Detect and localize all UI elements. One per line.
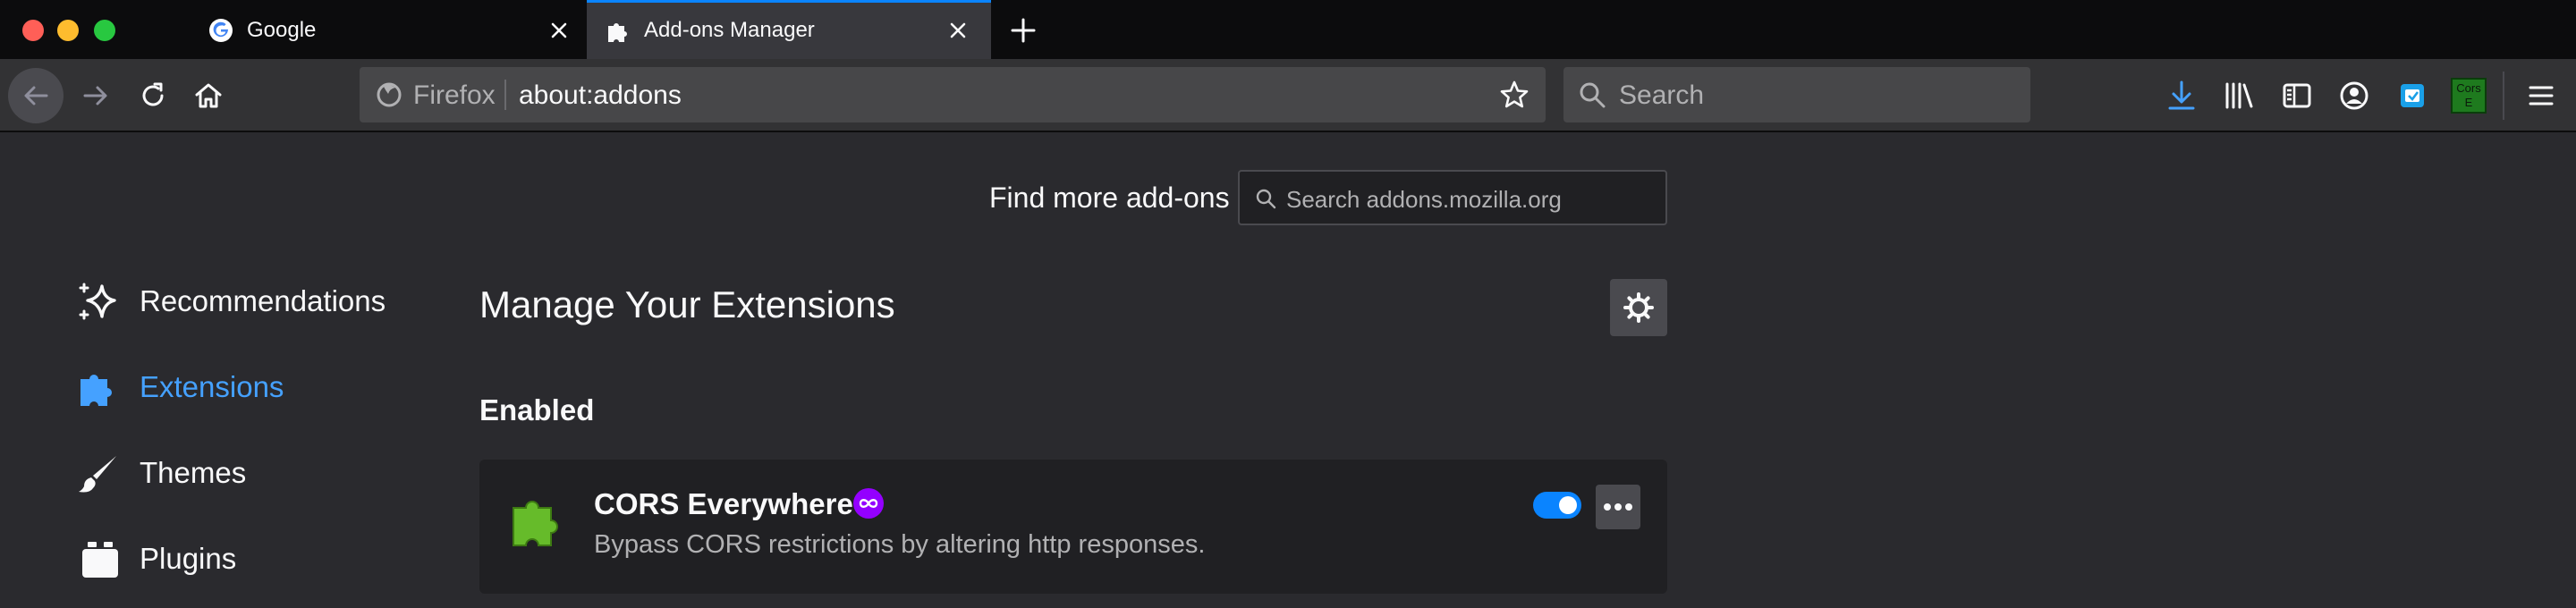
url-divider (504, 80, 506, 110)
amo-search-placeholder: Search addons.mozilla.org (1286, 186, 1562, 213)
identity-label[interactable]: Firefox (413, 80, 496, 111)
search-icon (1580, 82, 1606, 108)
google-icon (209, 19, 233, 42)
addon-card-cors-everywhere[interactable]: CORS Everywhere Bypass CORS restrictions… (479, 460, 1667, 594)
back-button[interactable] (8, 68, 64, 123)
bookmark-star-icon[interactable] (1499, 80, 1530, 110)
tools-gear-button[interactable] (1610, 279, 1667, 336)
cors-everywhere-icon[interactable]: Cors E (2451, 78, 2487, 114)
brush-icon (79, 456, 116, 493)
tab-google[interactable]: Google (190, 0, 583, 59)
addons-manager-content: Find more add-ons Search addons.mozilla.… (0, 132, 2576, 608)
page-title: Manage Your Extensions (479, 283, 895, 325)
close-window-button[interactable] (22, 20, 44, 41)
more-dots-icon (1604, 503, 1632, 511)
search-bar[interactable]: Search (1563, 67, 2030, 122)
find-more-label: Find more add-ons (989, 182, 1230, 214)
reload-button[interactable] (125, 68, 181, 123)
infinity-icon (859, 499, 878, 508)
tab-strip: Google Add-ons Manager (0, 0, 2576, 59)
forward-button[interactable] (68, 68, 123, 123)
category-label: Extensions (140, 370, 284, 403)
addon-name[interactable]: CORS Everywhere (594, 486, 853, 522)
close-icon[interactable] (546, 17, 572, 44)
home-button[interactable] (181, 68, 236, 123)
tab-title: Add-ons Manager (644, 18, 815, 42)
back-arrow-icon (24, 86, 48, 106)
forward-arrow-icon (83, 86, 107, 106)
puzzle-icon (80, 375, 112, 406)
search-input[interactable]: Search (1619, 80, 1704, 111)
reload-icon (142, 82, 164, 106)
search-icon (1256, 189, 1276, 209)
puzzle-icon (608, 23, 627, 42)
plugin-icon (82, 542, 118, 578)
toggle-knob (1559, 496, 1577, 514)
addon-enable-toggle[interactable] (1533, 492, 1581, 519)
new-tab-icon[interactable] (1007, 14, 1039, 46)
gear-icon (1623, 292, 1654, 323)
tab-addons-manager[interactable]: Add-ons Manager (587, 0, 991, 59)
library-icon[interactable] (2222, 79, 2256, 113)
tab-title: Google (247, 18, 317, 42)
home-icon (195, 83, 222, 108)
puzzle-icon (513, 501, 558, 546)
minimize-window-button[interactable] (57, 20, 79, 41)
category-label: Recommendations (140, 284, 386, 317)
extension-icon[interactable] (2395, 79, 2429, 113)
download-icon[interactable] (2165, 79, 2199, 113)
amo-search-input[interactable]: Search addons.mozilla.org (1238, 170, 1667, 225)
recommended-badge[interactable] (853, 488, 884, 519)
url-bar[interactable]: Firefox about:addons (360, 67, 1546, 122)
category-label: Themes (140, 456, 247, 489)
navigation-toolbar: Firefox about:addons Search Cors E (0, 59, 2576, 132)
toolbar-divider (2503, 72, 2504, 120)
firefox-icon (377, 82, 402, 107)
sparkle-icon (79, 283, 116, 320)
sidebar-icon[interactable] (2280, 79, 2314, 113)
url-input[interactable]: about:addons (519, 80, 682, 111)
section-heading-enabled: Enabled (479, 393, 595, 426)
hamburger-menu-icon[interactable] (2524, 79, 2558, 113)
addon-more-options-button[interactable] (1596, 485, 1640, 529)
account-icon[interactable] (2337, 79, 2371, 113)
addon-description: Bypass CORS restrictions by altering htt… (594, 530, 1206, 559)
zoom-window-button[interactable] (94, 20, 115, 41)
close-icon[interactable] (945, 17, 971, 44)
category-label: Plugins (140, 542, 237, 575)
cors-badge-text: Cors E (2456, 81, 2481, 109)
